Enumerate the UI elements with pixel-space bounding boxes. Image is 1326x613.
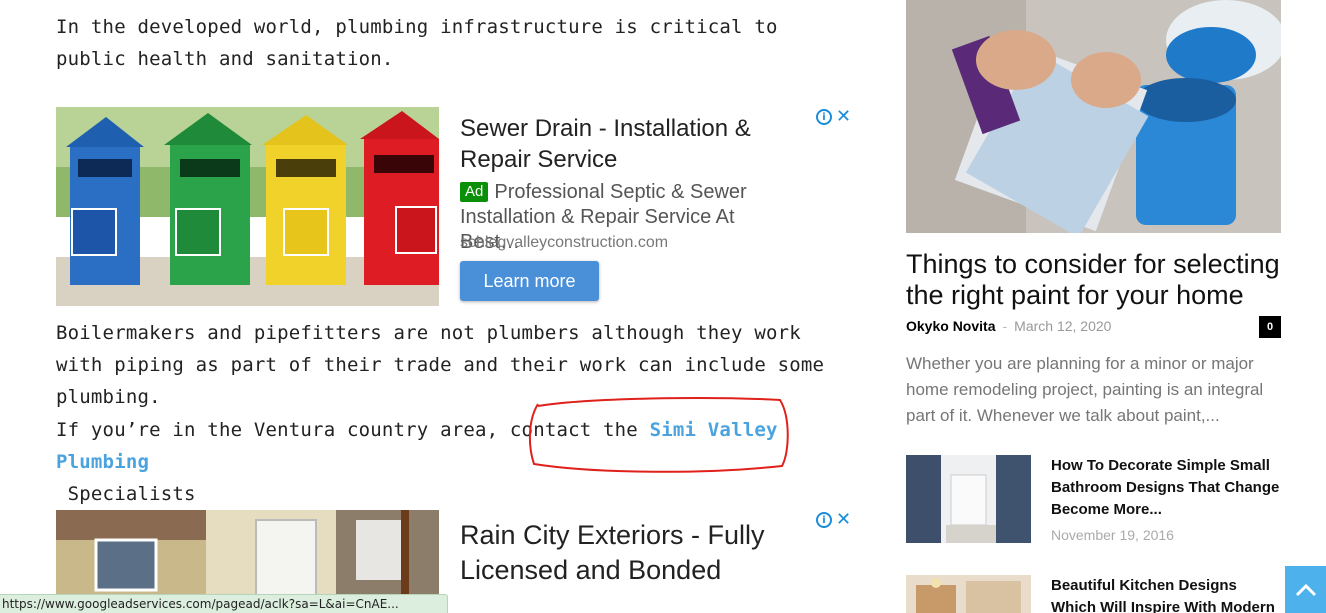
ad-info-icon[interactable]: i: [816, 109, 832, 125]
ad-title-2[interactable]: Rain City Exteriors - Fully Licensed and…: [460, 518, 790, 588]
ad-close-icon[interactable]: ✕: [836, 511, 851, 529]
red-annotation-circle: [528, 397, 789, 473]
meta-separator: -: [1002, 318, 1008, 334]
post-date: November 19, 2016: [1051, 527, 1174, 543]
browser-status-url: https://www.googleadservices.com/pagead/…: [0, 594, 448, 613]
featured-post-image[interactable]: [906, 0, 1281, 233]
featured-post-title[interactable]: Things to consider for selecting the rig…: [906, 249, 1281, 311]
ad-info-icon[interactable]: i: [816, 512, 832, 528]
featured-post-meta: Okyko Novita - March 12, 2020 0: [906, 316, 1281, 338]
comment-count-badge[interactable]: 0: [1259, 316, 1281, 338]
post-date: March 12, 2020: [1014, 318, 1112, 334]
ad-controls-2: i ✕: [816, 511, 851, 529]
featured-post-excerpt: Whether you are planning for a minor or …: [906, 354, 1264, 425]
sidebar-post-2[interactable]: Beautiful Kitchen Designs Which Will Ins…: [906, 575, 1281, 613]
post-title[interactable]: How To Decorate Simple Small Bathroom De…: [1051, 455, 1281, 521]
post-title[interactable]: Beautiful Kitchen Designs Which Will Ins…: [1051, 575, 1281, 613]
article-paragraph-1: In the developed world, plumbing infrast…: [56, 16, 778, 70]
ad-close-icon[interactable]: ✕: [836, 108, 851, 126]
sidebar-post-1[interactable]: How To Decorate Simple Small Bathroom De…: [906, 455, 1281, 545]
scroll-to-top-button[interactable]: [1285, 566, 1326, 613]
ad-title[interactable]: Sewer Drain - Installation & Repair Serv…: [460, 113, 790, 175]
ad-controls: i ✕: [816, 108, 851, 126]
ad-display-url[interactable]: schlegvalleyconstruction.com: [460, 234, 668, 252]
ad-sewer-drain[interactable]: Sewer Drain - Installation & Repair Serv…: [56, 107, 856, 307]
paragraph-3-tail: Specialists: [67, 483, 196, 505]
post-thumbnail[interactable]: [906, 575, 1031, 613]
chevron-up-icon: [1295, 583, 1316, 596]
learn-more-button[interactable]: Learn more: [460, 261, 599, 301]
ad-badge: Ad: [460, 182, 489, 202]
post-thumbnail[interactable]: [906, 455, 1031, 543]
post-author[interactable]: Okyko Novita: [906, 318, 995, 334]
ad-image-recycling-bins[interactable]: [56, 107, 439, 306]
